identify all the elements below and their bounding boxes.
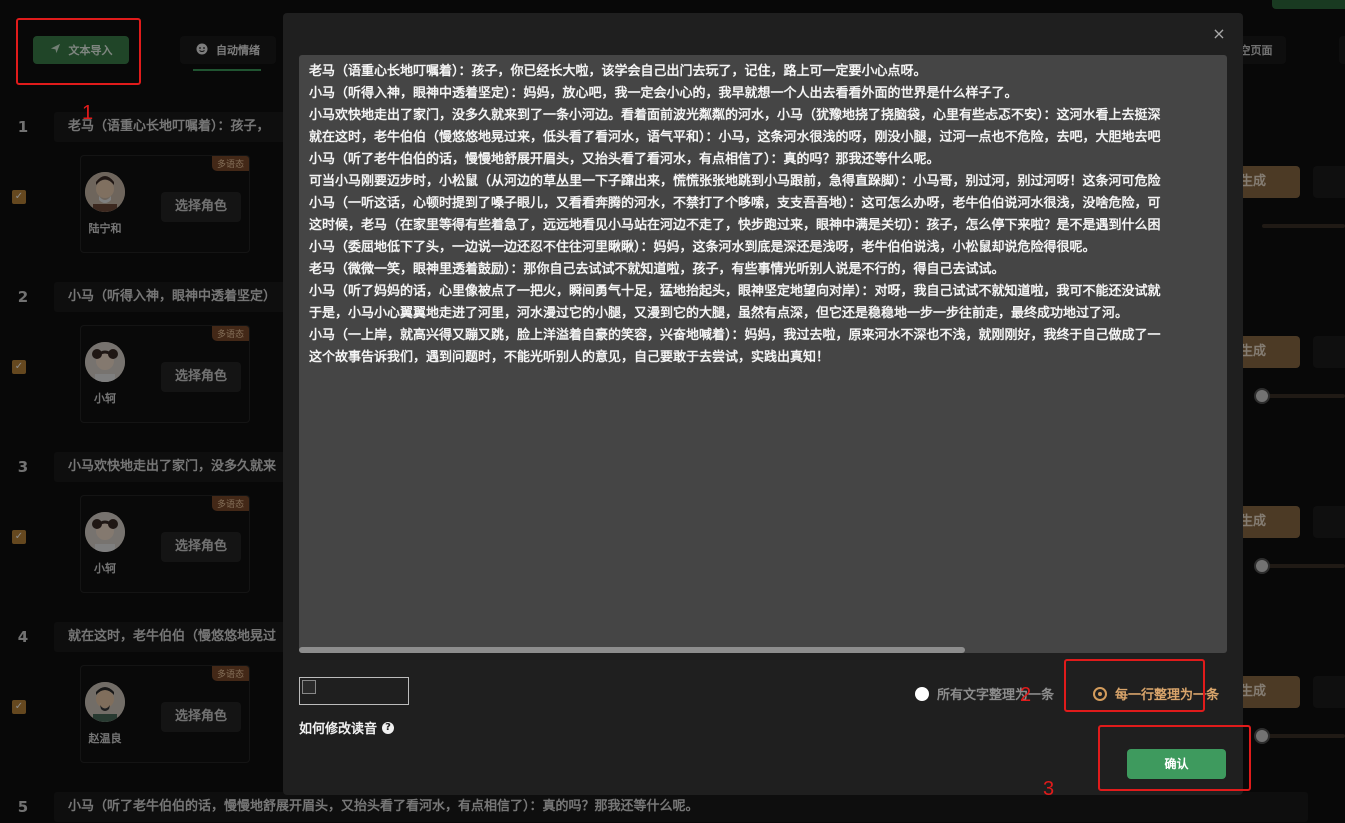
- text-line: 就在这时，老牛伯伯（慢悠悠地晃过来，低头看了看河水，语气平和）：小马，这条河水很…: [309, 130, 1161, 145]
- image-icon: [302, 680, 316, 694]
- text-line: 小马（听了妈妈的话，心里像被点了一把火，瞬间勇气十足，猛地抬起头，眼神坚定地望向…: [309, 284, 1161, 299]
- text-line: 小马（一上岸，就高兴得又蹦又跳，脸上洋溢着自豪的笑容，兴奋地喊着）：妈妈，我过去…: [309, 328, 1161, 343]
- annotation-label-1: 1: [82, 102, 94, 124]
- radio-all-label: 所有文字整理为一条: [937, 688, 1055, 703]
- text-line: 可当小马刚要迈步时，小松鼠（从河边的草丛里一下子蹿出来，慌慌张张地跳到小马跟前，…: [309, 174, 1161, 189]
- text-line: 这个故事告诉我们，遇到问题时，不能光听别人的意见，自己要敢于去尝试，实践出真知！: [309, 350, 830, 365]
- annotation-box-2: [1064, 659, 1205, 712]
- how-label-text: 如何修改读音: [299, 722, 378, 737]
- broken-image: [299, 677, 409, 705]
- annotation-label-3: 3: [1043, 778, 1055, 800]
- text-lines: 老马（语重心长地叮嘱着）：孩子，你已经长大啦，该学会自己出门去玩了，记住，路上可…: [309, 61, 1227, 369]
- text-line: 小马（听得入神，眼神中透着坚定）：妈妈，放心吧，我一定会小心的，我早就想一个人出…: [309, 86, 1018, 101]
- horizontal-scrollbar[interactable]: [299, 647, 965, 653]
- import-text-area[interactable]: 老马（语重心长地叮嘱着）：孩子，你已经长大啦，该学会自己出门去玩了，记住，路上可…: [299, 55, 1227, 653]
- text-line: 老马（微微一笑，眼神里透着鼓励）：那你自己去试试不就知道啦，孩子，有些事情光听别…: [309, 262, 1005, 277]
- how-to-modify-pronunciation[interactable]: 如何修改读音 ?: [299, 718, 395, 737]
- radio-unchecked-icon: [915, 686, 929, 701]
- text-line: 这时候，老马（在家里等得有些着急了，远远地看见小马站在河边不走了，快步跑过来，眼…: [309, 218, 1161, 233]
- text-line: 于是，小马小心翼翼地走进了河里，河水漫过它的小腿，又漫到它的大腿，虽然有点深，但…: [309, 306, 1129, 321]
- text-line: 小马欢快地走出了家门，没多久就来到了一条小河边。看着面前波光粼粼的河水，小马（犹…: [309, 108, 1161, 123]
- radio-all-as-one[interactable]: 所有文字整理为一条: [915, 684, 1054, 703]
- annotation-label-2: 2: [1020, 684, 1032, 706]
- annotation-box-1: [16, 18, 141, 85]
- annotation-box-3: [1098, 725, 1251, 791]
- close-icon[interactable]: ×: [1211, 26, 1227, 42]
- text-line: 老马（语重心长地叮嘱着）：孩子，你已经长大啦，该学会自己出门去玩了，记住，路上可…: [309, 64, 927, 79]
- help-icon[interactable]: ?: [382, 721, 395, 734]
- text-line: 小马（委屈地低下了头，一边说一边还忍不住往河里瞅瞅）：妈妈，这条河水到底是深还是…: [309, 240, 1096, 255]
- text-line: 小马（一听这话，心顿时提到了嗓子眼儿，又看看奔腾的河水，不禁打了个哆嗦，支支吾吾…: [309, 196, 1161, 211]
- text-line: 小马（听了老牛伯伯的话，慢慢地舒展开眉头，又抬头看了看河水，有点相信了）：真的吗…: [309, 152, 940, 167]
